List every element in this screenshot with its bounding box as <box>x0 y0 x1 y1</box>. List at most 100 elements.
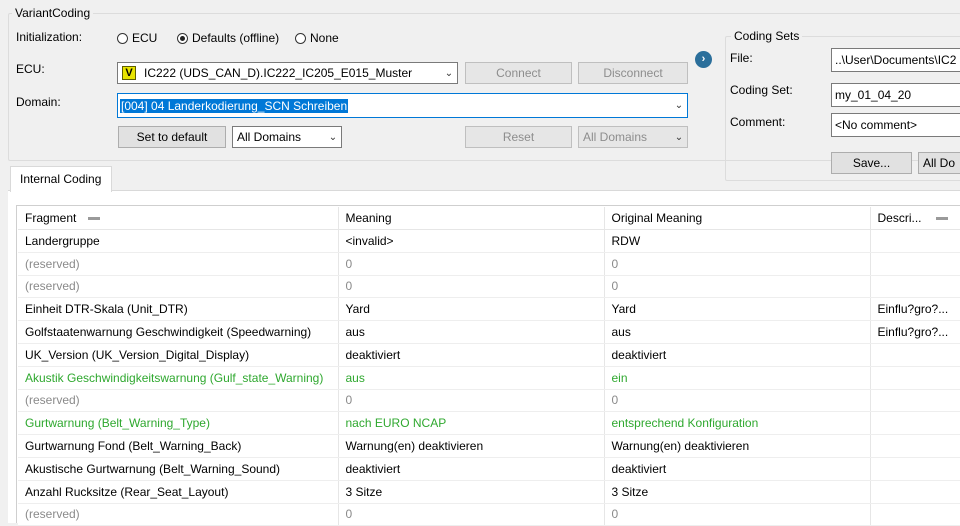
tab-internal-coding-label: Internal Coding <box>20 172 102 186</box>
save-button[interactable]: Save... <box>831 152 912 174</box>
cell-fragment: (reserved) <box>18 252 339 276</box>
cell-description <box>870 457 960 481</box>
cell-fragment: Gurtwarnung (Belt_Warning_Type) <box>18 411 339 436</box>
table-row[interactable]: Gurtwarnung (Belt_Warning_Type) nach EURO… <box>18 411 960 436</box>
table-row[interactable]: Landergruppe <invalid> RDW <box>18 229 960 253</box>
all-domains-left-value: All Domains <box>237 130 302 144</box>
cell-meaning: aus <box>338 320 605 344</box>
arrow-right-circle-icon[interactable]: › <box>695 51 712 68</box>
coding-sets-title: Coding Sets <box>731 29 803 43</box>
table-row[interactable]: Akustik Geschwindigkeitswarnung (Gulf_st… <box>18 366 960 390</box>
cell-original-meaning: entsprechend Konfiguration <box>604 411 871 436</box>
cell-description <box>870 503 960 526</box>
cell-meaning: deaktiviert <box>338 457 605 481</box>
all-domains-right-select[interactable]: All Domains ⌄ <box>578 126 688 148</box>
radio-ecu[interactable]: ECU <box>117 31 157 45</box>
cell-fragment: (reserved) <box>18 503 339 526</box>
table-row[interactable]: (reserved) 0 0 <box>18 275 960 299</box>
cell-original-meaning: 0 <box>604 389 871 413</box>
cell-original-meaning: aus <box>604 320 871 344</box>
cell-original-meaning: RDW <box>604 229 871 253</box>
all-domains-left-select[interactable]: All Domains ⌄ <box>232 126 342 148</box>
radio-none[interactable]: None <box>295 31 339 45</box>
initialization-label: Initialization: <box>16 30 83 44</box>
reset-button[interactable]: Reset <box>465 126 572 148</box>
radio-none-circle[interactable] <box>295 33 306 44</box>
table-row[interactable]: Gurtwarnung Fond (Belt_Warning_Back) Warn… <box>18 434 960 458</box>
set-to-default-button[interactable]: Set to default <box>118 126 226 148</box>
radio-defaults-label: Defaults (offline) <box>192 31 280 45</box>
cell-meaning: Yard <box>338 297 605 322</box>
radio-ecu-circle[interactable] <box>117 33 128 44</box>
cell-description <box>870 343 960 367</box>
file-label: File: <box>730 51 753 65</box>
cell-description <box>870 434 960 458</box>
table-row[interactable]: Golfstaatenwarnung Geschwindigkeit (Spee… <box>18 320 960 344</box>
table-header-row: Fragment Meaning Original Meaning Descri… <box>18 207 960 230</box>
cell-original-meaning: Warnung(en) deaktivieren <box>604 434 871 458</box>
cell-meaning: 0 <box>338 389 605 413</box>
cell-fragment: (reserved) <box>18 275 339 299</box>
column-menu-icon[interactable] <box>88 217 101 221</box>
cell-meaning: deaktiviert <box>338 343 605 367</box>
table-row[interactable]: (reserved) 0 0 <box>18 252 960 276</box>
cell-original-meaning: Yard <box>604 297 871 322</box>
cell-fragment: Golfstaatenwarnung Geschwindigkeit (Spee… <box>18 320 339 344</box>
table-row[interactable]: (reserved) 0 0 <box>18 503 960 526</box>
coding-set-label: Coding Set: <box>730 83 793 97</box>
column-header-meaning[interactable]: Meaning <box>338 207 605 230</box>
tab-internal-coding[interactable]: Internal Coding <box>10 166 112 192</box>
cell-fragment: Akustik Geschwindigkeitswarnung (Gulf_st… <box>18 366 339 390</box>
cell-fragment: Gurtwarnung Fond (Belt_Warning_Back) <box>18 434 339 458</box>
cell-original-meaning: 0 <box>604 252 871 276</box>
cell-description <box>870 229 960 253</box>
domain-select-value: [004] 04 Landerkodierung_SCN Schreiben <box>120 98 349 113</box>
radio-defaults-offline[interactable]: Defaults (offline) <box>177 31 279 45</box>
chevron-down-icon[interactable]: ⌄ <box>671 132 687 143</box>
cell-meaning: nach EURO NCAP <box>338 411 605 436</box>
disconnect-button[interactable]: Disconnect <box>578 62 688 84</box>
connect-button[interactable]: Connect <box>465 62 572 84</box>
column-header-fragment[interactable]: Fragment <box>18 207 339 230</box>
column-menu-icon[interactable] <box>935 217 948 221</box>
ecu-label: ECU: <box>16 62 45 76</box>
table-row[interactable]: Einheit DTR-Skala (Unit_DTR) Yard Yard Einf… <box>18 297 960 322</box>
cell-original-meaning: 0 <box>604 275 871 299</box>
variant-coding-title: VariantCoding <box>12 6 94 20</box>
chevron-down-icon[interactable]: ⌄ <box>325 132 341 143</box>
radio-defaults-circle[interactable] <box>177 33 188 44</box>
cell-original-meaning: ein <box>604 366 871 390</box>
cell-original-meaning: 3 Sitze <box>604 480 871 504</box>
table-row[interactable]: Anzahl Rucksitze (Rear_Seat_Layout) 3 Sit… <box>18 480 960 504</box>
cell-meaning: <invalid> <box>338 229 605 253</box>
comment-field[interactable]: <No comment> <box>831 113 960 137</box>
ecu-select[interactable]: V IC222 (UDS_CAN_D).IC222_IC205_E015_Mus… <box>117 62 458 84</box>
all-do-button[interactable]: All Do <box>918 152 960 174</box>
radio-ecu-label: ECU <box>132 31 158 45</box>
coding-table: Fragment Meaning Original Meaning Descri… <box>18 207 960 526</box>
cell-description <box>870 411 960 436</box>
column-header-description[interactable]: Descri... <box>870 207 960 230</box>
cell-meaning: Warnung(en) deaktivieren <box>338 434 605 458</box>
cell-fragment: Akustische Gurtwarnung (Belt_Warning_Sou… <box>18 457 339 481</box>
cell-fragment: Landergruppe <box>18 229 339 253</box>
cell-meaning: 0 <box>338 503 605 526</box>
table-row[interactable]: UK_Version (UK_Version_Digital_Display) d… <box>18 343 960 367</box>
cell-description <box>870 252 960 276</box>
coding-set-field[interactable]: my_01_04_20 <box>831 83 960 107</box>
cell-meaning: 0 <box>338 252 605 276</box>
cell-description <box>870 366 960 390</box>
radio-none-label: None <box>310 31 339 45</box>
chevron-down-icon[interactable]: ⌄ <box>441 68 457 79</box>
cell-original-meaning: deaktiviert <box>604 457 871 481</box>
ecu-variant-badge-icon: V <box>122 66 136 80</box>
cell-description <box>870 275 960 299</box>
column-header-original-meaning[interactable]: Original Meaning <box>604 207 871 230</box>
cell-meaning: 0 <box>338 275 605 299</box>
table-row[interactable]: (reserved) 0 0 <box>18 389 960 413</box>
chevron-down-icon[interactable]: ⌄ <box>671 100 687 111</box>
domain-select[interactable]: [004] 04 Landerkodierung_SCN Schreiben ⌄ <box>117 93 688 118</box>
table-row[interactable]: Akustische Gurtwarnung (Belt_Warning_Sou… <box>18 457 960 481</box>
cell-meaning: 3 Sitze <box>338 480 605 504</box>
file-field[interactable]: ..\User\Documents\IC2 <box>831 48 960 72</box>
